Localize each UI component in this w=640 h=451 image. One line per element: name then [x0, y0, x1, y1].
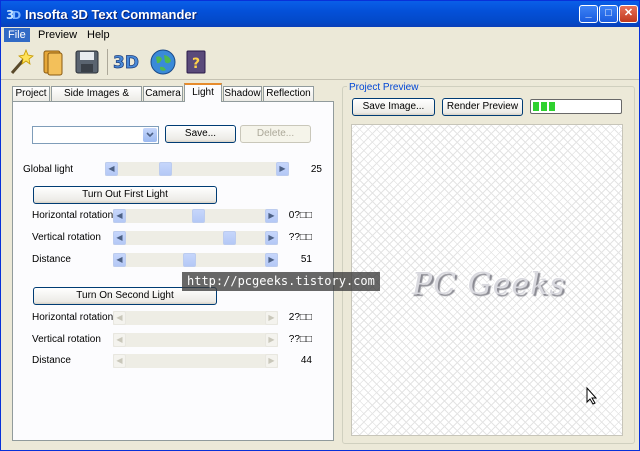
- slider-thumb[interactable]: [158, 162, 172, 176]
- first-vertical-rotation-label: Vertical rotation: [32, 232, 101, 243]
- slider-left-arrow-icon[interactable]: ◀: [113, 209, 126, 223]
- toolbar-separator: [107, 49, 108, 75]
- slider-right-arrow-icon[interactable]: ▶: [265, 231, 278, 245]
- second-distance-value: 44: [300, 355, 312, 366]
- menu-file[interactable]: File: [4, 28, 30, 42]
- maximize-button[interactable]: □: [599, 5, 618, 23]
- first-distance-label: Distance: [32, 254, 71, 265]
- second-horizontal-rotation-slider[interactable]: ◀ ▶: [113, 311, 278, 325]
- menu-preview[interactable]: Preview: [34, 28, 81, 42]
- save-image-button[interactable]: Save Image...: [352, 98, 435, 116]
- preview-canvas[interactable]: PC Geeks: [351, 124, 623, 436]
- slider-left-arrow-icon[interactable]: ◀: [113, 253, 126, 267]
- second-distance-slider[interactable]: ◀ ▶: [113, 354, 278, 368]
- second-vertical-rotation-label: Vertical rotation: [32, 334, 101, 345]
- tab-shadow[interactable]: Shadow: [223, 86, 262, 101]
- tab-project[interactable]: Project: [12, 86, 50, 101]
- global-light-label: Global light: [23, 164, 74, 175]
- slider-left-arrow-icon[interactable]: ◀: [113, 354, 126, 368]
- slider-right-arrow-icon[interactable]: ▶: [265, 209, 278, 223]
- slider-thumb[interactable]: [223, 231, 237, 245]
- slider-right-arrow-icon[interactable]: ▶: [265, 311, 278, 325]
- slider-right-arrow-icon[interactable]: ▶: [276, 162, 289, 176]
- second-horizontal-rotation-label: Horizontal rotation: [32, 312, 114, 323]
- render-preview-button[interactable]: Render Preview: [442, 98, 523, 116]
- second-distance-label: Distance: [32, 355, 71, 366]
- 3d-logo-icon[interactable]: 3D: [112, 47, 142, 77]
- menu-help[interactable]: Help: [83, 28, 114, 42]
- svg-text:D: D: [12, 9, 21, 22]
- first-distance-slider[interactable]: ◀ ▶: [113, 253, 278, 267]
- delete-preset-button[interactable]: Delete...: [240, 125, 311, 143]
- first-vertical-rotation-slider[interactable]: ◀ ▶: [113, 231, 278, 245]
- close-button[interactable]: ✕: [619, 5, 638, 23]
- render-progress-fill: [533, 102, 557, 111]
- tab-light[interactable]: Light: [184, 83, 222, 102]
- app-3d-icon: 3 D: [6, 8, 21, 22]
- slider-thumb[interactable]: [182, 253, 196, 267]
- save-disk-icon[interactable]: [72, 47, 102, 77]
- save-preset-button[interactable]: Save...: [165, 125, 236, 143]
- second-vertical-rotation-value: ??□□: [288, 334, 312, 345]
- project-preview-title: Project Preview: [347, 82, 421, 93]
- mouse-cursor-icon: [586, 387, 598, 405]
- preview-3d-text: PC Geeks: [412, 267, 566, 302]
- first-distance-value: 51: [300, 254, 312, 265]
- help-book-icon[interactable]: ?: [181, 47, 211, 77]
- slider-left-arrow-icon[interactable]: ◀: [105, 162, 118, 176]
- tab-side-images-colors[interactable]: Side Images & Colors: [51, 86, 142, 113]
- slider-right-arrow-icon[interactable]: ▶: [265, 253, 278, 267]
- slider-right-arrow-icon[interactable]: ▶: [265, 354, 278, 368]
- global-light-value: 25: [310, 164, 322, 175]
- minimize-button[interactable]: _: [579, 5, 598, 23]
- light-tab-body: [12, 101, 334, 441]
- render-progress-bar: [530, 99, 622, 114]
- chevron-down-icon[interactable]: [143, 128, 157, 142]
- svg-text:?: ?: [192, 56, 200, 72]
- globe-icon[interactable]: [148, 47, 178, 77]
- title-bar[interactable]: 3 D Insofta 3D Text Commander _ □ ✕: [1, 1, 639, 27]
- first-vertical-rotation-value: ??□□: [288, 232, 312, 243]
- first-horizontal-rotation-label: Horizontal rotation: [32, 210, 114, 221]
- slider-left-arrow-icon[interactable]: ◀: [113, 231, 126, 245]
- global-light-slider[interactable]: ◀ ▶: [105, 162, 289, 176]
- tab-reflection[interactable]: Reflection: [263, 86, 314, 101]
- svg-text:3D: 3D: [113, 53, 139, 73]
- second-vertical-rotation-slider[interactable]: ◀ ▶: [113, 333, 278, 347]
- menu-bar: File Preview Help: [1, 27, 639, 45]
- slider-left-arrow-icon[interactable]: ◀: [113, 333, 126, 347]
- slider-thumb[interactable]: [191, 209, 205, 223]
- first-horizontal-rotation-slider[interactable]: ◀ ▶: [113, 209, 278, 223]
- watermark-url: http://pcgeeks.tistory.com: [182, 272, 380, 291]
- window-title: Insofta 3D Text Commander: [25, 7, 197, 22]
- magic-wand-icon[interactable]: [6, 47, 36, 77]
- slider-right-arrow-icon[interactable]: ▶: [265, 333, 278, 347]
- turn-out-first-light-button[interactable]: Turn Out First Light: [33, 186, 217, 204]
- app-window: 3 D Insofta 3D Text Commander _ □ ✕ File…: [0, 0, 640, 451]
- first-horizontal-rotation-value: 0?□□: [288, 210, 312, 221]
- light-preset-select[interactable]: [32, 126, 159, 144]
- tab-camera[interactable]: Camera: [143, 86, 183, 101]
- toolbar: 3D ?: [1, 45, 639, 80]
- second-horizontal-rotation-value: 2?□□: [288, 312, 312, 323]
- slider-left-arrow-icon[interactable]: ◀: [113, 311, 126, 325]
- open-folder-icon[interactable]: [39, 47, 69, 77]
